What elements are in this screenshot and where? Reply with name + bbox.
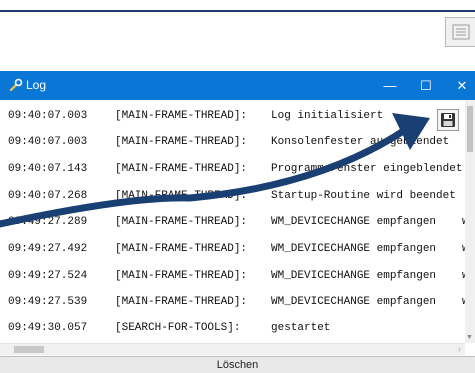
log-entry-thread: [MAIN-FRAME-THREAD]: <box>115 243 248 255</box>
log-entry-time: 09:40:07.003 <box>8 110 88 122</box>
vertical-scroll-thumb[interactable] <box>467 106 473 152</box>
clear-log-button[interactable]: Löschen <box>0 356 475 373</box>
log-entry-time: 09:40:07.003 <box>8 136 88 148</box>
log-entry-time: 09:40:07.143 <box>8 163 88 175</box>
log-entry-thread: [MAIN-FRAME-THREAD]: <box>115 190 248 202</box>
log-window: Log — ☐ ✕ 09:40:07.003 [MAIN-FRAME-THREAD… <box>0 71 475 373</box>
log-entry-time: 09:49:27.539 <box>8 296 88 308</box>
close-button[interactable]: ✕ <box>446 71 475 100</box>
horizontal-scroll-thumb[interactable] <box>14 346 44 353</box>
log-entry-message: WM_DEVICECHANGE empfangen <box>271 296 437 308</box>
log-entry-time: 09:49:27.524 <box>8 270 88 282</box>
scroll-right-arrow-icon[interactable]: › <box>458 344 461 354</box>
log-entry-message: WM_DEVICECHANGE empfangen <box>271 243 437 255</box>
log-entry-time: 09:49:27.289 <box>8 216 88 228</box>
log-entry-time: 09:40:07.268 <box>8 190 88 202</box>
log-entry-message: WM_DEVICECHANGE empfangen <box>271 270 437 282</box>
log-entry-time: 09:49:30.057 <box>8 322 88 334</box>
log-entry-message: Programm-Fenster eingeblendet <box>271 163 463 175</box>
wrench-icon <box>9 78 23 92</box>
log-entry-time: 09:49:27.492 <box>8 243 88 255</box>
window-title: Log <box>26 78 47 92</box>
vertical-scrollbar[interactable]: ▼ <box>465 100 475 343</box>
log-entry-message: Konsolenfester ausgeblendet <box>271 136 450 148</box>
hamburger-menu-icon <box>452 24 470 40</box>
log-entry-thread: [MAIN-FRAME-THREAD]: <box>115 296 248 308</box>
log-entry-thread: [MAIN-FRAME-THREAD]: <box>115 270 248 282</box>
scroll-down-arrow-icon[interactable]: ▼ <box>466 334 473 341</box>
log-entry-thread: [SEARCH-FOR-TOOLS]: <box>115 322 241 334</box>
log-entry-thread: [MAIN-FRAME-THREAD]: <box>115 136 248 148</box>
background-menu-button[interactable] <box>445 17 475 47</box>
log-entry-message: Log initialisiert <box>271 110 384 122</box>
background-app-header-strip <box>0 0 475 12</box>
log-entry-thread: [MAIN-FRAME-THREAD]: <box>115 163 248 175</box>
log-entry-message: Startup-Routine wird beendet <box>271 190 456 202</box>
save-log-button[interactable] <box>437 109 459 131</box>
horizontal-scrollbar[interactable]: › <box>0 343 465 355</box>
background-app <box>0 0 475 71</box>
log-entry-thread: [MAIN-FRAME-THREAD]: <box>115 110 248 122</box>
floppy-disk-icon <box>441 113 455 127</box>
log-entry-thread: [MAIN-FRAME-THREAD]: <box>115 216 248 228</box>
title-bar[interactable]: Log — ☐ ✕ <box>0 71 475 100</box>
log-entry-message: WM_DEVICECHANGE empfangen <box>271 216 437 228</box>
maximize-button[interactable]: ☐ <box>410 71 442 100</box>
minimize-button[interactable]: — <box>374 71 406 100</box>
log-entry-message: gestartet <box>271 322 331 334</box>
log-text-area[interactable]: 09:40:07.003 [MAIN-FRAME-THREAD]: Log init… <box>0 100 465 343</box>
